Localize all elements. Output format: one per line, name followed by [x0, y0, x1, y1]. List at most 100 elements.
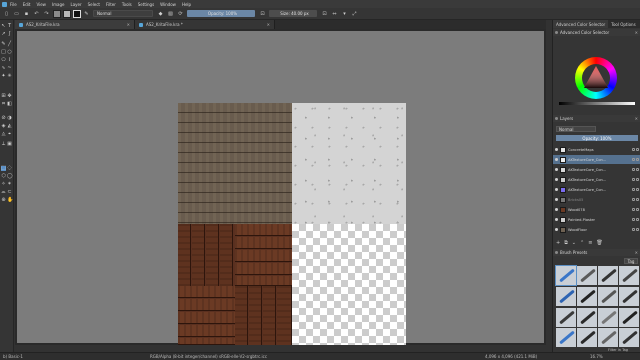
duplicate-layer-icon[interactable]: ⧉: [564, 240, 568, 246]
visibility-eye-icon[interactable]: [555, 218, 558, 221]
undo-icon[interactable]: ↶: [33, 10, 40, 17]
brush-preset-item[interactable]: [577, 286, 597, 306]
bezier-selection-icon[interactable]: ⌓: [1, 190, 6, 195]
brush-preset-item[interactable]: [598, 286, 618, 306]
docker-menu-icon[interactable]: [555, 31, 558, 34]
visibility-eye-icon[interactable]: [555, 168, 558, 171]
opacity-slider[interactable]: Opacity: 100%: [187, 10, 255, 17]
alpha-lock-icon[interactable]: [632, 198, 635, 201]
alpha-lock-icon[interactable]: [632, 188, 635, 191]
menu-file[interactable]: File: [10, 2, 17, 7]
menu-view[interactable]: View: [36, 2, 46, 7]
menu-help[interactable]: Help: [182, 2, 191, 7]
gradient-tool-icon[interactable]: ◧: [7, 102, 12, 107]
freehand-selection-icon[interactable]: ◯: [7, 174, 13, 179]
alpha-lock-icon[interactable]: ▧: [167, 10, 174, 17]
bezier-tool-icon[interactable]: ∿: [1, 66, 6, 71]
inherit-alpha-icon[interactable]: [636, 148, 639, 151]
layer-row[interactable]: AKTextureCore_Con...: [553, 185, 640, 194]
move-tool-icon[interactable]: ✥: [7, 94, 12, 99]
color-picker-icon[interactable]: ⊘: [1, 116, 6, 121]
assistant-tool-icon[interactable]: ⌖: [7, 132, 12, 137]
polygonal-selection-icon[interactable]: ⬡: [1, 174, 6, 179]
mirror-vertical-icon[interactable]: ▾: [341, 10, 348, 17]
freehand-brush-icon[interactable]: ✎: [1, 42, 6, 47]
visibility-eye-icon[interactable]: [555, 178, 558, 181]
close-icon[interactable]: ✕: [635, 250, 638, 255]
tab-document-1[interactable]: AS2_KritaFile.kra ✕: [15, 20, 135, 29]
brush-preset-item[interactable]: [577, 328, 597, 348]
move-down-icon[interactable]: ⌄: [572, 240, 576, 246]
redo-icon[interactable]: ↷: [43, 10, 50, 17]
dynamic-brush-icon[interactable]: ✦: [1, 74, 6, 79]
pan-tool-icon[interactable]: ✋: [7, 198, 13, 203]
layer-row[interactable]: Bricks05: [553, 195, 640, 204]
gradient-swatch[interactable]: [53, 9, 61, 18]
alpha-lock-icon[interactable]: [632, 148, 635, 151]
docker-menu-icon[interactable]: [555, 251, 558, 254]
freehand-path-icon[interactable]: ~: [7, 66, 12, 71]
layer-properties-icon[interactable]: ≡: [588, 240, 592, 246]
brush-preset-item[interactable]: [598, 266, 618, 285]
open-document-icon[interactable]: ▭: [13, 10, 20, 17]
elliptical-selection-icon[interactable]: ◌: [7, 166, 12, 171]
reference-images-icon[interactable]: ▣: [7, 142, 12, 147]
layer-row[interactable]: Wood078: [553, 205, 640, 214]
close-icon[interactable]: ✕: [127, 22, 130, 27]
advanced-color-selector[interactable]: [553, 55, 640, 110]
layer-row[interactable]: Painted-Plaster: [553, 215, 640, 224]
reload-preset-icon[interactable]: ⟳: [177, 10, 184, 17]
transform-tool-icon[interactable]: ⊞: [1, 94, 6, 99]
brush-preset-item[interactable]: [555, 265, 577, 286]
rectangular-selection-icon[interactable]: ⬚: [1, 166, 6, 171]
menu-select[interactable]: Select: [88, 2, 100, 7]
similar-selection-icon[interactable]: ✶: [7, 182, 12, 187]
new-document-icon[interactable]: ▯: [3, 10, 10, 17]
select-shapes-icon[interactable]: ↖: [1, 24, 6, 29]
canvas-viewport[interactable]: [15, 29, 546, 345]
close-icon[interactable]: ✕: [635, 116, 638, 121]
inherit-alpha-icon[interactable]: [636, 178, 639, 181]
magnetic-selection-icon[interactable]: ⊂: [7, 190, 12, 195]
menu-settings[interactable]: Settings: [138, 2, 154, 7]
multibrush-icon[interactable]: ✳: [7, 74, 12, 79]
crop-tool-icon[interactable]: ⌗: [1, 102, 6, 107]
brush-preset-item[interactable]: [619, 286, 639, 306]
size-slider[interactable]: Size: 40.00 px: [269, 10, 317, 17]
polyline-tool-icon[interactable]: ⌇: [7, 58, 12, 63]
brush-preset-icon[interactable]: ✎: [83, 10, 90, 17]
alpha-lock-icon[interactable]: [632, 218, 635, 221]
sv-triangle[interactable]: [583, 65, 609, 89]
layer-row[interactable]: ConcreteMaps: [553, 145, 640, 154]
grayscale-strip[interactable]: [559, 102, 635, 105]
layer-row[interactable]: WoodFloor: [553, 225, 640, 234]
status-zoom[interactable]: 16.7%: [590, 354, 603, 359]
pattern-swatch[interactable]: [63, 9, 71, 18]
foreground-color-swatch[interactable]: [73, 9, 81, 18]
mirror-horizontal-icon[interactable]: ⇔: [331, 10, 338, 17]
layer-row[interactable]: AKTextureCore_Con...: [553, 165, 640, 174]
visibility-eye-icon[interactable]: [555, 158, 558, 161]
wrap-around-icon[interactable]: ⤢: [351, 10, 358, 17]
colorize-mask-icon[interactable]: ◑: [7, 116, 12, 121]
tag-select[interactable]: Tag: [624, 258, 638, 264]
inherit-alpha-icon[interactable]: [636, 168, 639, 171]
move-up-icon[interactable]: ⌃: [580, 240, 584, 246]
smart-patch-icon[interactable]: ◈: [1, 124, 6, 129]
brush-preset-item[interactable]: [577, 266, 597, 285]
rectangle-tool-icon[interactable]: □: [1, 50, 6, 55]
tab-tool-options[interactable]: Tool Options: [608, 20, 638, 28]
alpha-lock-icon[interactable]: [632, 208, 635, 211]
menu-image[interactable]: Image: [52, 2, 65, 7]
menu-edit[interactable]: Edit: [23, 2, 31, 7]
brush-preset-item[interactable]: [619, 328, 639, 348]
brush-preset-item[interactable]: [577, 307, 597, 327]
edit-shapes-icon[interactable]: ↗: [1, 32, 6, 37]
polygon-tool-icon[interactable]: ⬠: [1, 58, 6, 63]
brush-preset-item[interactable]: [598, 328, 618, 348]
inherit-alpha-icon[interactable]: [636, 198, 639, 201]
hue-ring[interactable]: [575, 57, 617, 99]
tab-advanced-color-selector[interactable]: Advanced Color Selector: [553, 20, 609, 28]
alpha-lock-icon[interactable]: [632, 178, 635, 181]
brush-preset-item[interactable]: [619, 266, 639, 285]
